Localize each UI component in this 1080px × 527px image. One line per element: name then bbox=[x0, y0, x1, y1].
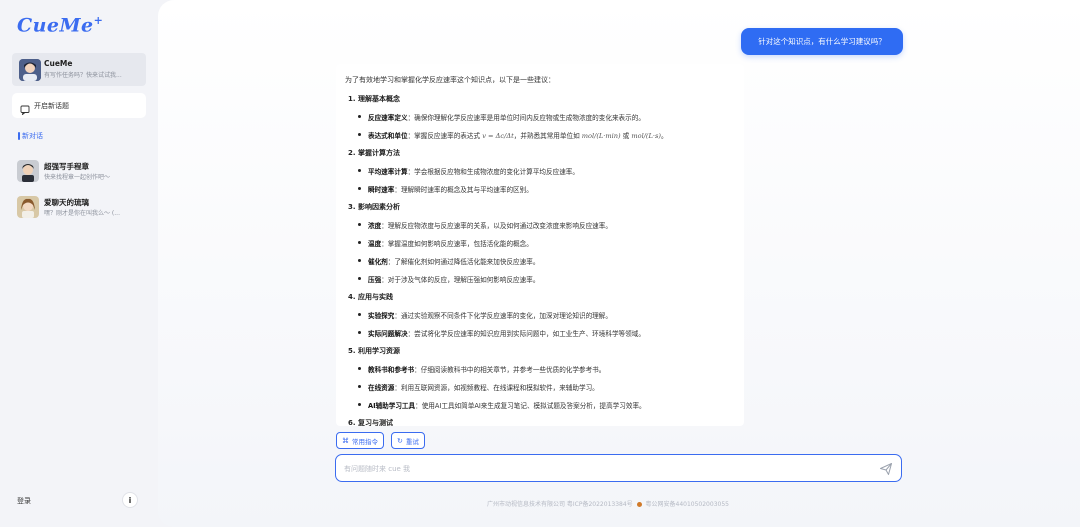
common-commands-button[interactable]: ⌘ 常用指令 bbox=[336, 432, 384, 449]
answer-bullet: 教科书和参考书：仔细阅读教科书中的相关章节，并参考一些优质的化学参考书。 bbox=[358, 364, 605, 374]
current-chat-title[interactable]: 新对话 bbox=[22, 131, 43, 141]
bullet-term: 表达式和单位 bbox=[368, 132, 408, 140]
bullet-term: 瞬时速率 bbox=[368, 186, 395, 194]
bullet-text: ，并熟悉其常用单位如 bbox=[513, 132, 580, 140]
footer: 广州市动视信息技术有限公司 粤ICP备2022013384号 粤公网安备4401… bbox=[487, 499, 729, 508]
answer-bullet: 瞬时速率：理解瞬时速率的概念及其与平均速率的区别。 bbox=[358, 184, 533, 194]
new-chat-icon bbox=[20, 100, 30, 116]
bullet-term: 温度 bbox=[368, 240, 382, 248]
bullet-term: 压强 bbox=[368, 276, 382, 284]
bullet-text: ：理解反应物浓度与反应速率的关系，以及如何通过改变浓度来影响反应速率。 bbox=[381, 222, 612, 230]
liuli-avatar bbox=[17, 196, 39, 218]
chat-item-liuli[interactable]: 爱聊天的琉璃 嘿？刚才是你在叫我么～ (... bbox=[17, 196, 152, 220]
assistant-answer: 为了有效地学习和掌握化学反应速率这个知识点，以下是一些建议： 1. 理解基本概念… bbox=[336, 64, 744, 426]
answer-bullet: 反应速率定义：确保你理解化学反应速率是用单位时间内反应物或生成物浓度的变化来表示… bbox=[358, 112, 645, 122]
command-icon: ⌘ bbox=[342, 436, 349, 445]
bullet-text: ：确保你理解化学反应速率是用单位时间内反应物或生成物浓度的变化来表示的。 bbox=[407, 114, 645, 122]
send-button[interactable] bbox=[879, 461, 893, 475]
bullet-text: ：对于涉及气体的反应，理解压强如何影响反应速率。 bbox=[381, 276, 540, 284]
bullet-text: ：使用AI工具如简单AI来生成复习笔记、模拟试题及答案分析，提高学习效率。 bbox=[415, 402, 646, 410]
answer-intro: 为了有效地学习和掌握化学反应速率这个知识点，以下是一些建议： bbox=[345, 76, 555, 84]
answer-bullet: 实验探究：通过实验观察不同条件下化学反应速率的变化，加深对理论知识的理解。 bbox=[358, 310, 612, 320]
bullet-text: ：了解催化剂如何通过降低活化能来加快反应速率。 bbox=[387, 258, 540, 266]
answer-bullet: AI辅助学习工具：使用AI工具如简单AI来生成复习笔记、模拟试题及答案分析，提高… bbox=[358, 400, 646, 410]
chat-item-writer[interactable]: 超强写手程章 快来找程章一起创作吧～ bbox=[17, 160, 152, 184]
police-record[interactable]: 粤公网安备44010502003055 bbox=[646, 501, 729, 508]
unit-formula: mol/(L·min) bbox=[581, 132, 621, 140]
answer-bullet: 表达式和单位：掌握反应速率的表达式 v = Δc/Δt，并熟悉其常用单位如 mo… bbox=[358, 130, 668, 140]
answer-bullet: 压强：对于涉及气体的反应，理解压强如何影响反应速率。 bbox=[358, 274, 539, 284]
answer-bullet: 浓度：理解反应物浓度与反应速率的关系，以及如何通过改变浓度来影响反应速率。 bbox=[358, 220, 612, 230]
section-heading: 2. 掌握计算方法 bbox=[348, 149, 400, 157]
bullet-text: ：尝试将化学反应速率的知识应用到实际问题中，如工业生产、环境科学等领域。 bbox=[407, 330, 645, 338]
answer-bullet: 温度：掌握温度如何影响反应速率，包括活化能的概念。 bbox=[358, 238, 533, 248]
retry-label: 重试 bbox=[405, 437, 419, 446]
bullet-text: ：利用互联网资源，如视频教程、在线课程和模拟软件，来辅助学习。 bbox=[394, 384, 599, 392]
agent-desc: 有写作任务吗？快来试试我... bbox=[44, 72, 122, 79]
section-heading: 5. 利用学习资源 bbox=[348, 347, 400, 355]
login-link[interactable]: 登录 bbox=[17, 496, 31, 506]
icp-record[interactable]: 广州市动视信息技术有限公司 粤ICP备2022013384号 bbox=[487, 501, 633, 508]
info-icon: i bbox=[128, 495, 132, 505]
common-commands-label: 常用指令 bbox=[352, 437, 378, 446]
logo-plus: + bbox=[93, 14, 104, 27]
section-heading: 6. 复习与测试 bbox=[348, 419, 393, 426]
bullet-text: 。 bbox=[660, 132, 668, 140]
user-message-bubble: 针对这个知识点，有什么学习建议吗？ bbox=[741, 28, 903, 55]
bullet-term: 实际问题解决 bbox=[368, 330, 408, 338]
bullet-text: ：学会根据反应物和生成物浓度的变化计算平均反应速率。 bbox=[407, 168, 579, 176]
logo-text: CueMe bbox=[17, 14, 94, 37]
bullet-text: ：通过实验观察不同条件下化学反应速率的变化，加深对理论知识的理解。 bbox=[394, 312, 612, 320]
bullet-term: 平均速率计算 bbox=[368, 168, 408, 176]
bullet-text: ：掌握温度如何影响反应速率，包括活化能的概念。 bbox=[381, 240, 533, 248]
bullet-text: 或 bbox=[622, 132, 630, 140]
refresh-icon: ↻ bbox=[397, 436, 403, 445]
writer-avatar bbox=[17, 160, 39, 182]
app-logo[interactable]: CueMe+ bbox=[17, 14, 103, 36]
answer-bullet: 实际问题解决：尝试将化学反应速率的知识应用到实际问题中，如工业生产、环境科学等领… bbox=[358, 328, 645, 338]
rate-formula: v = Δc/Δt bbox=[482, 132, 514, 140]
message-input-box bbox=[335, 454, 902, 482]
police-badge-icon bbox=[636, 502, 642, 507]
agent-name: CueMe bbox=[44, 59, 73, 68]
bullet-text: ：理解瞬时速率的概念及其与平均速率的区别。 bbox=[394, 186, 533, 194]
sidebar: CueMe+ CueMe 有写作任务吗？快来试试我... 开启新话题 新对话 超… bbox=[0, 0, 158, 527]
bullet-text: ：掌握反应速率的表达式 bbox=[407, 132, 481, 140]
agent-avatar bbox=[19, 59, 41, 81]
bullet-term: 在线资源 bbox=[368, 384, 395, 392]
new-topic-button[interactable]: 开启新话题 bbox=[12, 93, 146, 118]
bullet-term: 浓度 bbox=[368, 222, 382, 230]
unit-formula: mol/(L·s) bbox=[631, 132, 661, 140]
chat-subtitle: 快来找程章一起创作吧～ bbox=[44, 174, 111, 181]
send-icon bbox=[880, 463, 892, 475]
message-input[interactable] bbox=[344, 461, 864, 476]
new-topic-label: 开启新话题 bbox=[34, 102, 69, 110]
section-heading: 3. 影响因素分析 bbox=[348, 203, 400, 211]
retry-button[interactable]: ↻ 重试 bbox=[391, 432, 425, 449]
answer-bullet: 在线资源：利用互联网资源，如视频教程、在线课程和模拟软件，来辅助学习。 bbox=[358, 382, 599, 392]
bullet-term: 实验探究 bbox=[368, 312, 395, 320]
chat-title: 超强写手程章 bbox=[44, 162, 89, 171]
section-heading: 1. 理解基本概念 bbox=[348, 95, 400, 103]
bullet-term: AI辅助学习工具 bbox=[368, 402, 416, 410]
chat-main: 针对这个知识点，有什么学习建议吗？ 为了有效地学习和掌握化学反应速率这个知识点，… bbox=[158, 0, 1080, 527]
active-indicator bbox=[18, 132, 20, 140]
answer-bullet: 催化剂：了解催化剂如何通过降低活化能来加快反应速率。 bbox=[358, 256, 539, 266]
bullet-term: 反应速率定义 bbox=[368, 114, 408, 122]
bullet-text: ：仔细阅读教科书中的相关章节，并参考一些优质的化学参考书。 bbox=[414, 366, 606, 374]
info-button[interactable]: i bbox=[122, 492, 138, 508]
section-heading: 4. 应用与实践 bbox=[348, 293, 393, 301]
chat-subtitle: 嘿？刚才是你在叫我么～ (... bbox=[44, 210, 120, 217]
bullet-term: 催化剂 bbox=[368, 258, 388, 266]
agent-card-cueme[interactable]: CueMe 有写作任务吗？快来试试我... bbox=[12, 53, 146, 86]
answer-bullet: 平均速率计算：学会根据反应物和生成物浓度的变化计算平均反应速率。 bbox=[358, 166, 579, 176]
bullet-term: 教科书和参考书 bbox=[368, 366, 415, 374]
chat-title: 爱聊天的琉璃 bbox=[44, 198, 89, 207]
